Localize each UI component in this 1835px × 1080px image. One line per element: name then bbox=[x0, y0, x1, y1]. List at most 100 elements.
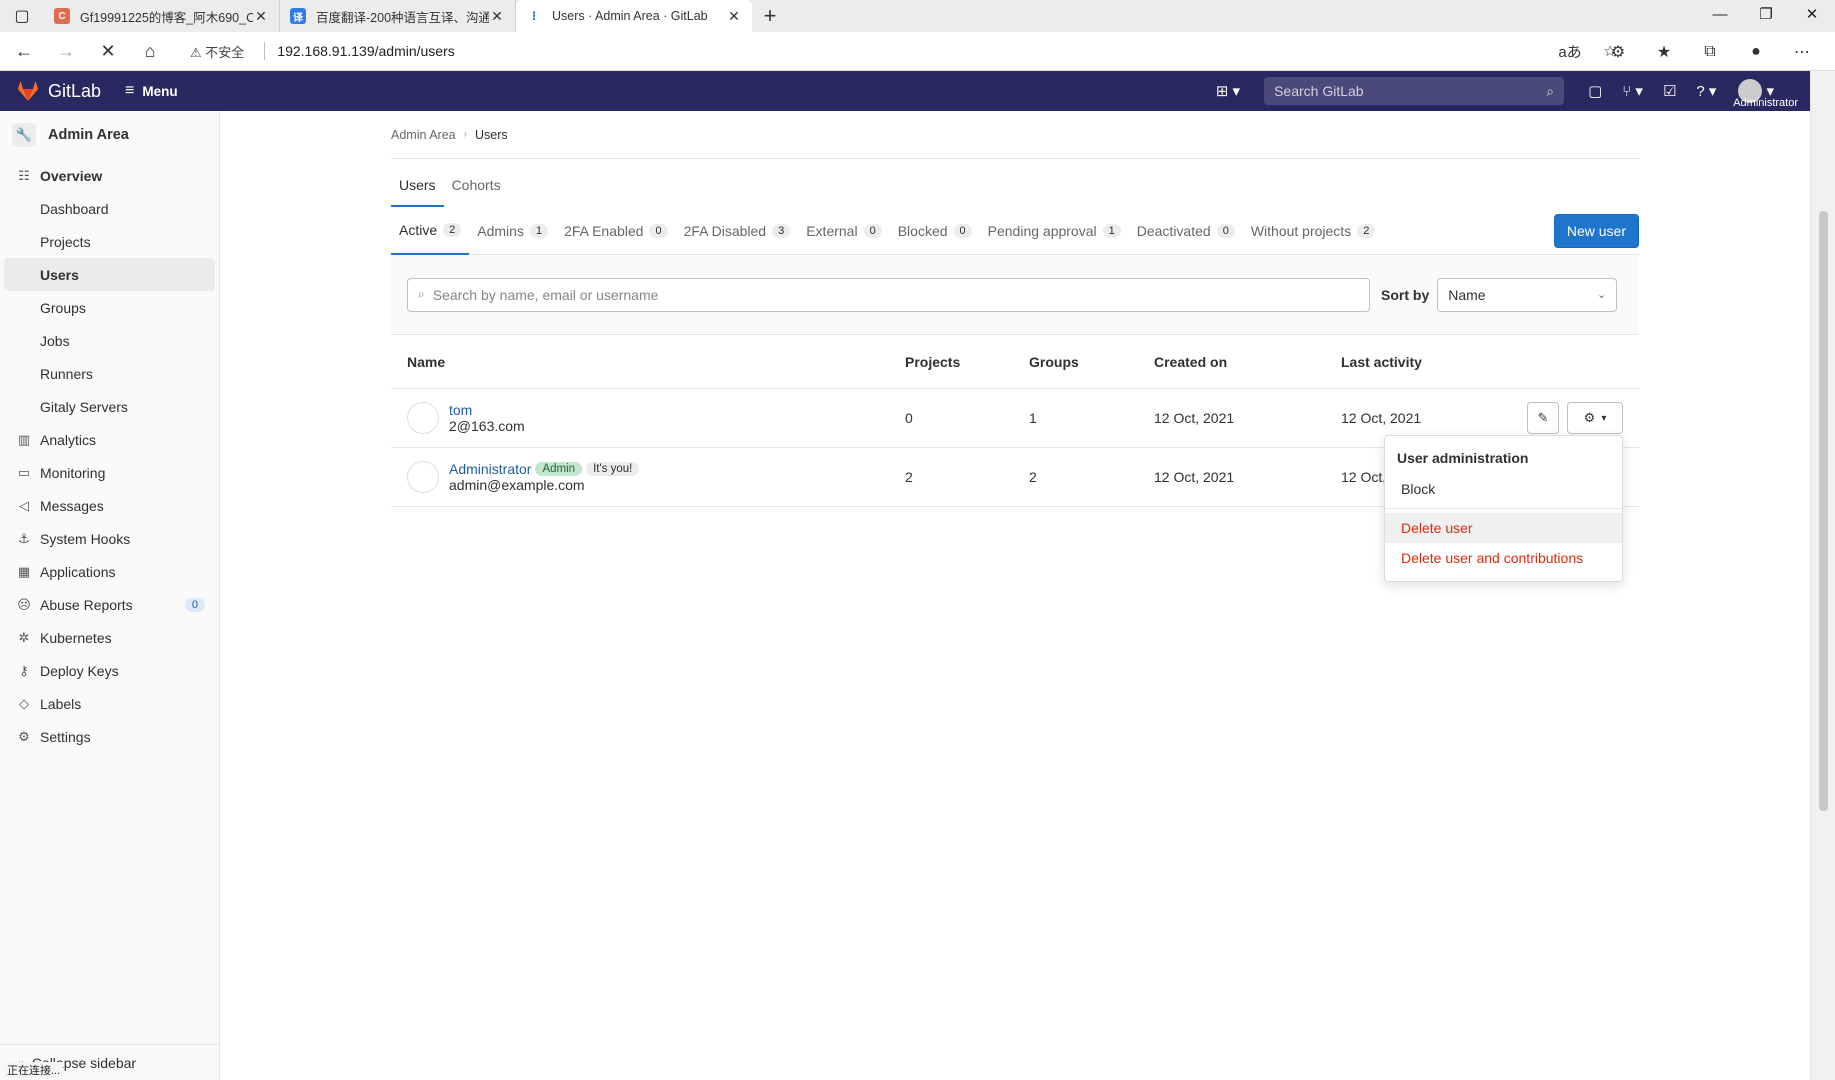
browser-tab-baidu[interactable]: 译 百度翻译-200种语言互译、沟通全世界 ✕ bbox=[280, 0, 516, 32]
created-on: 12 Oct, 2021 bbox=[1154, 410, 1235, 426]
not-secure-warning-icon[interactable]: ⚠ 不安全 bbox=[190, 42, 244, 61]
user-search-input[interactable]: ⌕ Search by name, email or username bbox=[407, 277, 1370, 312]
sidebar-item-projects[interactable]: Projects bbox=[0, 225, 219, 258]
chevron-down-icon: ⌄ bbox=[1597, 289, 1607, 301]
sidebar-item-monitoring[interactable]: ▭ Monitoring bbox=[0, 456, 219, 489]
sidebar-item-applications[interactable]: ▦ Applications bbox=[0, 555, 219, 588]
sidebar-item-runners[interactable]: Runners bbox=[0, 357, 219, 390]
minimize-icon[interactable]: — bbox=[1697, 0, 1743, 32]
address-bar-row: ← → ✕ ⌂ ⚠ 不安全 192.168.91.139/admin/users… bbox=[0, 32, 1835, 71]
sidebar-item-groups[interactable]: Groups bbox=[0, 291, 219, 324]
sidebar-item-messages[interactable]: ◁ Messages bbox=[0, 489, 219, 522]
sidebar-item-kubernetes[interactable]: ✲ Kubernetes bbox=[0, 621, 219, 654]
sidebar-item-label: Analytics bbox=[40, 431, 97, 448]
sidebar-item-label: System Hooks bbox=[40, 530, 131, 547]
url-field[interactable]: ⚠ 不安全 192.168.91.139/admin/users aあ ☆ bbox=[190, 36, 1630, 66]
sort-value: Name bbox=[1448, 286, 1486, 303]
delete-user-and-contributions-item[interactable]: Delete user and contributions bbox=[1385, 543, 1622, 573]
search-gitlab-input[interactable]: Search GitLab ⌕ bbox=[1264, 77, 1565, 105]
breadcrumb-users[interactable]: Users bbox=[475, 128, 508, 142]
avatar[interactable] bbox=[407, 461, 439, 493]
sidebar-item-jobs[interactable]: Jobs bbox=[0, 324, 219, 357]
close-tab-icon[interactable]: ✕ bbox=[253, 8, 269, 25]
filter-tab-admins[interactable]: Admins 1 bbox=[469, 207, 556, 255]
forward-icon[interactable]: → bbox=[48, 33, 84, 69]
issues-icon[interactable]: ▢ bbox=[1588, 82, 1602, 100]
sidebar-item-abuse-reports[interactable]: ☹ Abuse Reports 0 bbox=[0, 588, 219, 621]
abuse-reports-count-badge: 0 bbox=[184, 597, 205, 612]
sidebar-item-label: Monitoring bbox=[40, 464, 106, 481]
gitlab-header: GitLab ≡ Menu ⊞ ▾ Search GitLab ⌕ ▢ ⑂ ▾ … bbox=[0, 71, 1810, 111]
more-menu-icon[interactable]: ⋯ bbox=[1779, 42, 1825, 62]
browser-tab-gitlab[interactable]: ⁝ Users · Admin Area · GitLab ✕ bbox=[516, 0, 752, 32]
breadcrumb-admin-area[interactable]: Admin Area bbox=[391, 128, 456, 142]
close-tab-icon[interactable]: ✕ bbox=[489, 8, 505, 25]
sidebar-item-deploy-keys[interactable]: ⚷ Deploy Keys bbox=[0, 654, 219, 687]
delete-user-item[interactable]: Delete user bbox=[1385, 513, 1622, 543]
read-aloud-icon[interactable]: aあ bbox=[1550, 41, 1590, 62]
menu-button[interactable]: ≡ Menu bbox=[125, 82, 178, 100]
tab-cohorts[interactable]: Cohorts bbox=[444, 177, 509, 207]
pencil-square-icon: ✎ bbox=[1537, 410, 1549, 425]
user-email: 2@163.com bbox=[449, 418, 525, 434]
page-scrollbar[interactable] bbox=[1810, 71, 1835, 1080]
admin-sidebar: 🔧 Admin Area ☷ Overview Dashboard Projec… bbox=[0, 111, 220, 1080]
new-user-button[interactable]: New user bbox=[1553, 214, 1639, 248]
user-name-link[interactable]: Administrator bbox=[449, 461, 531, 477]
tab-actions-icon[interactable]: ▢ bbox=[0, 0, 44, 32]
close-tab-icon[interactable]: ✕ bbox=[726, 8, 742, 25]
browser-tab-csdn[interactable]: C Gf19991225的博客_阿木690_CSDN ✕ bbox=[44, 0, 280, 32]
extensions-icon[interactable]: ⚙ bbox=[1595, 42, 1641, 62]
scrollbar-thumb[interactable] bbox=[1819, 211, 1828, 811]
filter-tab-pending-approval[interactable]: Pending approval 1 bbox=[980, 207, 1129, 255]
chevron-right-icon: › bbox=[463, 129, 467, 140]
help-icon[interactable]: ? ▾ bbox=[1696, 82, 1716, 100]
home-icon[interactable]: ⌂ bbox=[132, 33, 168, 69]
restore-icon[interactable]: ❐ bbox=[1743, 0, 1789, 32]
filter-tab-external[interactable]: External 0 bbox=[798, 207, 889, 255]
block-user-item[interactable]: Block bbox=[1385, 474, 1622, 504]
url-text: 192.168.91.139/admin/users bbox=[277, 43, 455, 59]
sidebar-item-system-hooks[interactable]: ⚓ System Hooks bbox=[0, 522, 219, 555]
avatar[interactable] bbox=[407, 402, 439, 434]
sort-select[interactable]: Name ⌄ bbox=[1437, 277, 1618, 312]
filter-tab-deactivated[interactable]: Deactivated 0 bbox=[1129, 207, 1243, 255]
profile-icon[interactable]: ● bbox=[1733, 43, 1779, 61]
stop-loading-icon[interactable]: ✕ bbox=[90, 33, 126, 69]
sidebar-item-label: Settings bbox=[40, 728, 91, 745]
filter-tab-2fa-disabled[interactable]: 2FA Disabled 3 bbox=[676, 207, 799, 255]
filter-tab-blocked[interactable]: Blocked 0 bbox=[890, 207, 980, 255]
filter-tab-active[interactable]: Active 2 bbox=[391, 207, 470, 255]
sidebar-item-users[interactable]: Users bbox=[4, 258, 215, 291]
favorites-icon[interactable]: ★ bbox=[1641, 42, 1687, 62]
tab-users[interactable]: Users bbox=[391, 177, 444, 207]
merge-requests-icon[interactable]: ⑂ ▾ bbox=[1622, 82, 1643, 100]
sidebar-item-analytics[interactable]: ▥ Analytics bbox=[0, 423, 219, 456]
sidebar-header[interactable]: 🔧 Admin Area bbox=[0, 111, 219, 159]
filter-count-badge: 0 bbox=[649, 223, 668, 238]
window-controls: — ❐ ✕ bbox=[1697, 0, 1835, 32]
user-name-link[interactable]: tom bbox=[449, 402, 525, 418]
new-item-icon[interactable]: ⊞ ▾ bbox=[1216, 82, 1240, 100]
back-icon[interactable]: ← bbox=[6, 33, 42, 69]
collections-icon[interactable]: ⧉ bbox=[1687, 43, 1733, 61]
close-window-icon[interactable]: ✕ bbox=[1789, 0, 1835, 32]
sidebar-item-overview[interactable]: ☷ Overview bbox=[0, 159, 219, 192]
filter-tab-2fa-enabled[interactable]: 2FA Enabled 0 bbox=[556, 207, 676, 255]
edit-user-button[interactable]: ✎ bbox=[1527, 402, 1559, 434]
user-settings-dropdown-button[interactable]: ⚙ ▾ bbox=[1567, 402, 1623, 434]
not-secure-label: 不安全 bbox=[205, 44, 245, 60]
sort-by-label: Sort by bbox=[1381, 286, 1430, 303]
sidebar-item-gitaly-servers[interactable]: Gitaly Servers bbox=[0, 390, 219, 423]
sidebar-item-dashboard[interactable]: Dashboard bbox=[0, 192, 219, 225]
gitlab-logo[interactable]: GitLab bbox=[16, 80, 101, 102]
tab-title: Gf19991225的博客_阿木690_CSDN bbox=[80, 10, 253, 25]
user-cell: Administrator Admin It's you! admin@exam… bbox=[407, 461, 905, 493]
sidebar-item-labels[interactable]: ◇ Labels bbox=[0, 687, 219, 720]
todos-icon[interactable]: ☑ bbox=[1663, 82, 1676, 100]
sidebar-item-label: Projects bbox=[40, 233, 91, 250]
browser-status-text: 正在连接... bbox=[4, 1062, 64, 1078]
sidebar-item-settings[interactable]: ⚙ Settings bbox=[0, 720, 219, 753]
filter-tab-without-projects[interactable]: Without projects 2 bbox=[1243, 207, 1384, 255]
new-tab-button[interactable]: + bbox=[752, 0, 788, 32]
